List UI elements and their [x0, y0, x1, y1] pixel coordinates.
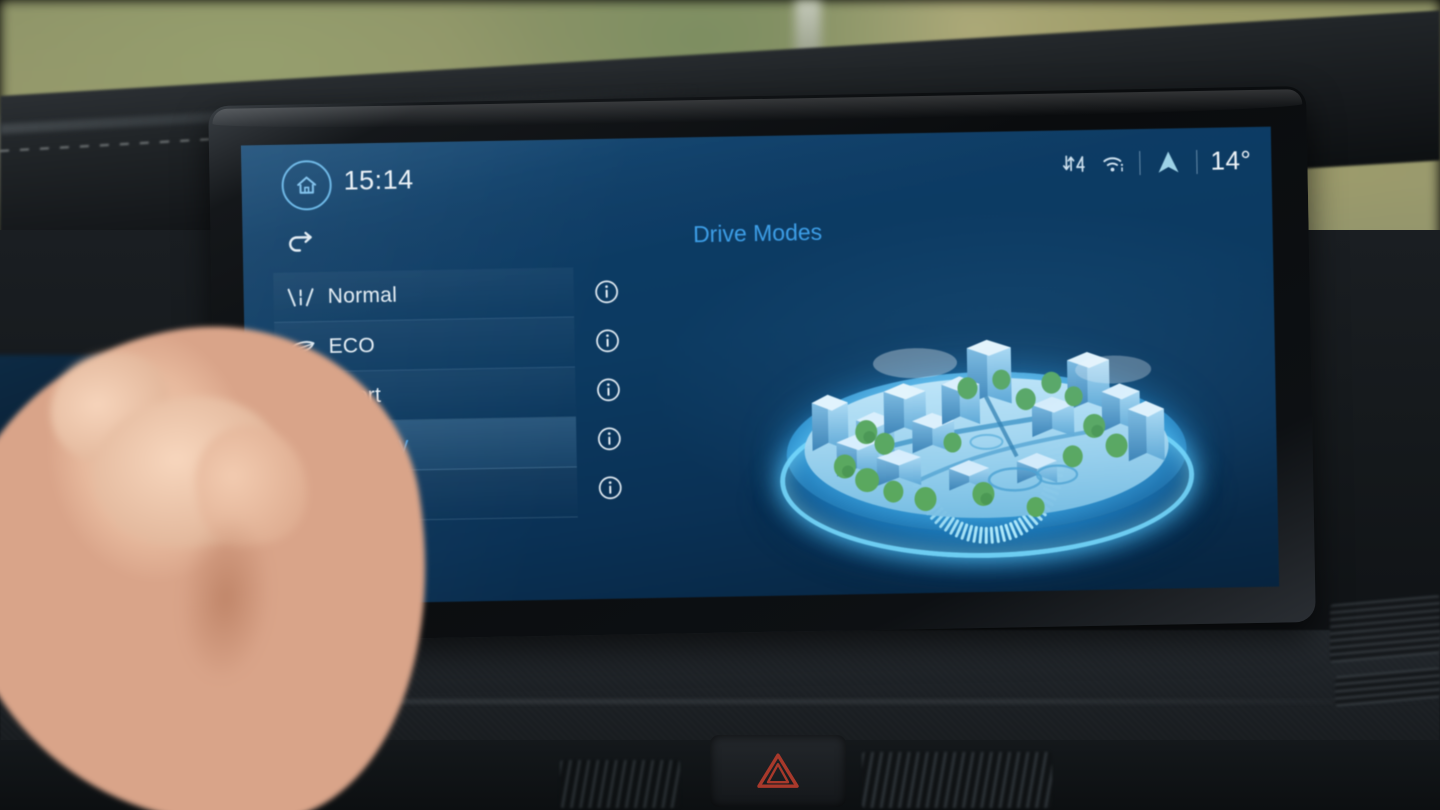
status-divider [1196, 149, 1198, 174]
info-icon [597, 426, 621, 450]
clock: 15:14 [343, 164, 414, 196]
info-icon [597, 377, 620, 401]
info-icon [596, 328, 619, 352]
city-buildings [804, 339, 1169, 518]
drive-mode-label: ECO [328, 333, 376, 358]
info-icon [595, 279, 618, 303]
info-button-column [583, 266, 633, 512]
navigation-arrow-icon [1158, 151, 1179, 173]
road-lanes-icon [273, 285, 327, 308]
home-icon [297, 176, 317, 194]
info-button-trail[interactable] [587, 462, 634, 512]
outside-temperature: 14° [1210, 145, 1252, 176]
info-button-normal[interactable] [583, 266, 630, 316]
air-vent-center-left [560, 760, 680, 808]
infotainment-scene: 15:14 14° Drive Modes Normal ECO [0, 0, 1440, 810]
drive-mode-label: Normal [327, 283, 398, 308]
info-button-eco[interactable] [584, 315, 631, 365]
air-vent-right-upper [1330, 595, 1440, 663]
status-bar: 15:14 14° [241, 127, 1272, 222]
hazard-triangle-icon [757, 753, 799, 788]
data-transfer-4g-icon [1063, 155, 1085, 172]
home-button[interactable] [281, 159, 333, 211]
hazard-warning-button[interactable] [710, 735, 846, 807]
drive-mode-normal[interactable]: Normal [273, 267, 575, 323]
info-icon [598, 475, 622, 499]
air-vent-center-right [862, 752, 1052, 808]
info-button-sport[interactable] [585, 364, 632, 414]
3d-city-diorama [713, 247, 1259, 597]
status-divider [1139, 150, 1141, 175]
wifi-icon [1103, 156, 1124, 171]
status-icons: 14° [1061, 145, 1252, 179]
info-button-slippery[interactable] [586, 413, 633, 463]
